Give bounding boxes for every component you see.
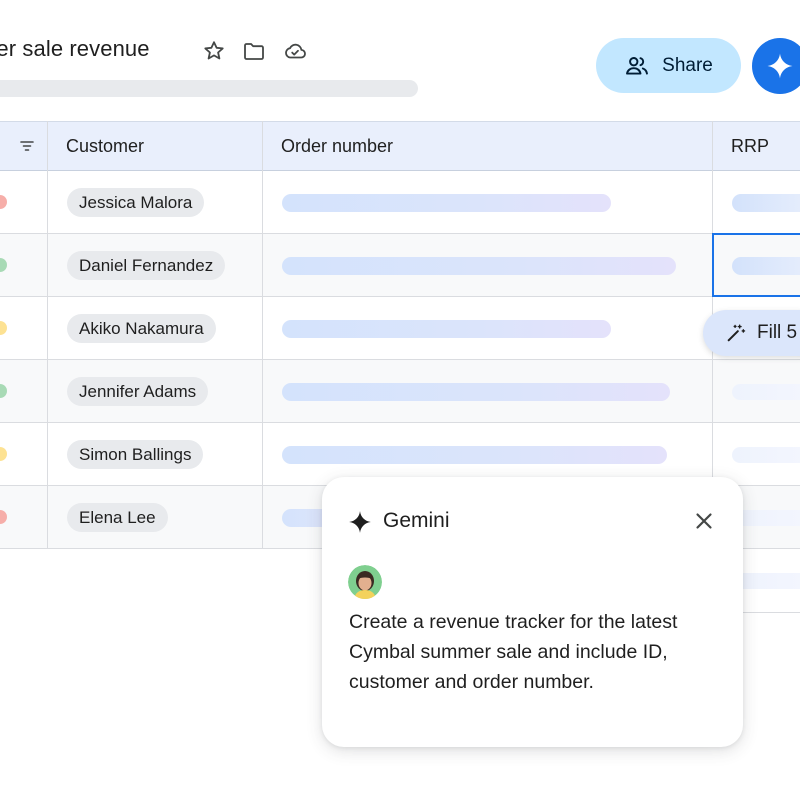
- status-dot: [0, 321, 7, 335]
- table-header-row: Customer Order number RRP: [0, 121, 800, 171]
- gemini-button[interactable]: [752, 38, 800, 94]
- fill-suggestion-chip[interactable]: Fill 5: [703, 310, 800, 356]
- user-prompt-text: Create a revenue tracker for the latest …: [349, 611, 678, 693]
- rrp-placeholder: [732, 384, 800, 400]
- gemini-sparkle-icon: [347, 509, 373, 535]
- table-row[interactable]: Jennifer Adams: [0, 360, 800, 423]
- status-dot: [0, 384, 7, 398]
- order-number-placeholder: [282, 446, 667, 464]
- gemini-sparkle-icon: [765, 51, 795, 81]
- fill-chip-label: Fill 5: [757, 322, 798, 343]
- column-divider: [262, 121, 263, 549]
- close-icon[interactable]: [692, 509, 716, 533]
- rrp-placeholder: [732, 194, 800, 212]
- table-row[interactable]: Akiko Nakamura: [0, 297, 800, 360]
- folder-icon[interactable]: [242, 39, 266, 63]
- rrp-placeholder: [732, 447, 800, 463]
- column-header-order-number[interactable]: Order number: [263, 122, 712, 170]
- customer-chip[interactable]: Simon Ballings: [67, 440, 204, 469]
- column-header-customer[interactable]: Customer: [48, 122, 262, 170]
- status-dot: [0, 258, 7, 272]
- customer-chip[interactable]: Daniel Fernandez: [67, 251, 226, 280]
- column-header-rrp[interactable]: RRP: [713, 122, 800, 170]
- table-row[interactable]: Jessica Malora: [0, 171, 800, 234]
- status-dot: [0, 447, 7, 461]
- star-icon[interactable]: [202, 39, 226, 63]
- cloud-done-icon[interactable]: [283, 39, 307, 63]
- magic-wand-icon: [725, 322, 747, 344]
- column-divider: [47, 121, 48, 549]
- order-number-placeholder: [282, 320, 611, 338]
- gemini-panel: Gemini Create a revenue tracker for the …: [322, 477, 743, 747]
- customer-chip[interactable]: Jennifer Adams: [67, 377, 209, 406]
- filter-icon[interactable]: [20, 139, 34, 153]
- order-number-placeholder: [282, 383, 670, 401]
- status-dot: [0, 510, 7, 524]
- document-title[interactable]: mer sale revenue: [0, 36, 150, 62]
- avatar: [348, 565, 382, 599]
- status-dot: [0, 195, 7, 209]
- table-row[interactable]: Daniel Fernandez: [0, 234, 800, 297]
- order-number-placeholder: [282, 194, 611, 212]
- share-label: Share: [662, 54, 713, 76]
- gemini-panel-title: Gemini: [383, 509, 450, 532]
- selected-rrp-cell[interactable]: [712, 233, 800, 297]
- customer-chip[interactable]: Akiko Nakamura: [67, 314, 216, 343]
- people-icon: [624, 53, 650, 79]
- customer-chip[interactable]: Jessica Malora: [67, 188, 205, 217]
- order-number-placeholder: [282, 257, 676, 275]
- title-skeleton-bar: [0, 80, 418, 97]
- share-button[interactable]: Share: [596, 38, 741, 93]
- customer-chip[interactable]: Elena Lee: [67, 503, 168, 532]
